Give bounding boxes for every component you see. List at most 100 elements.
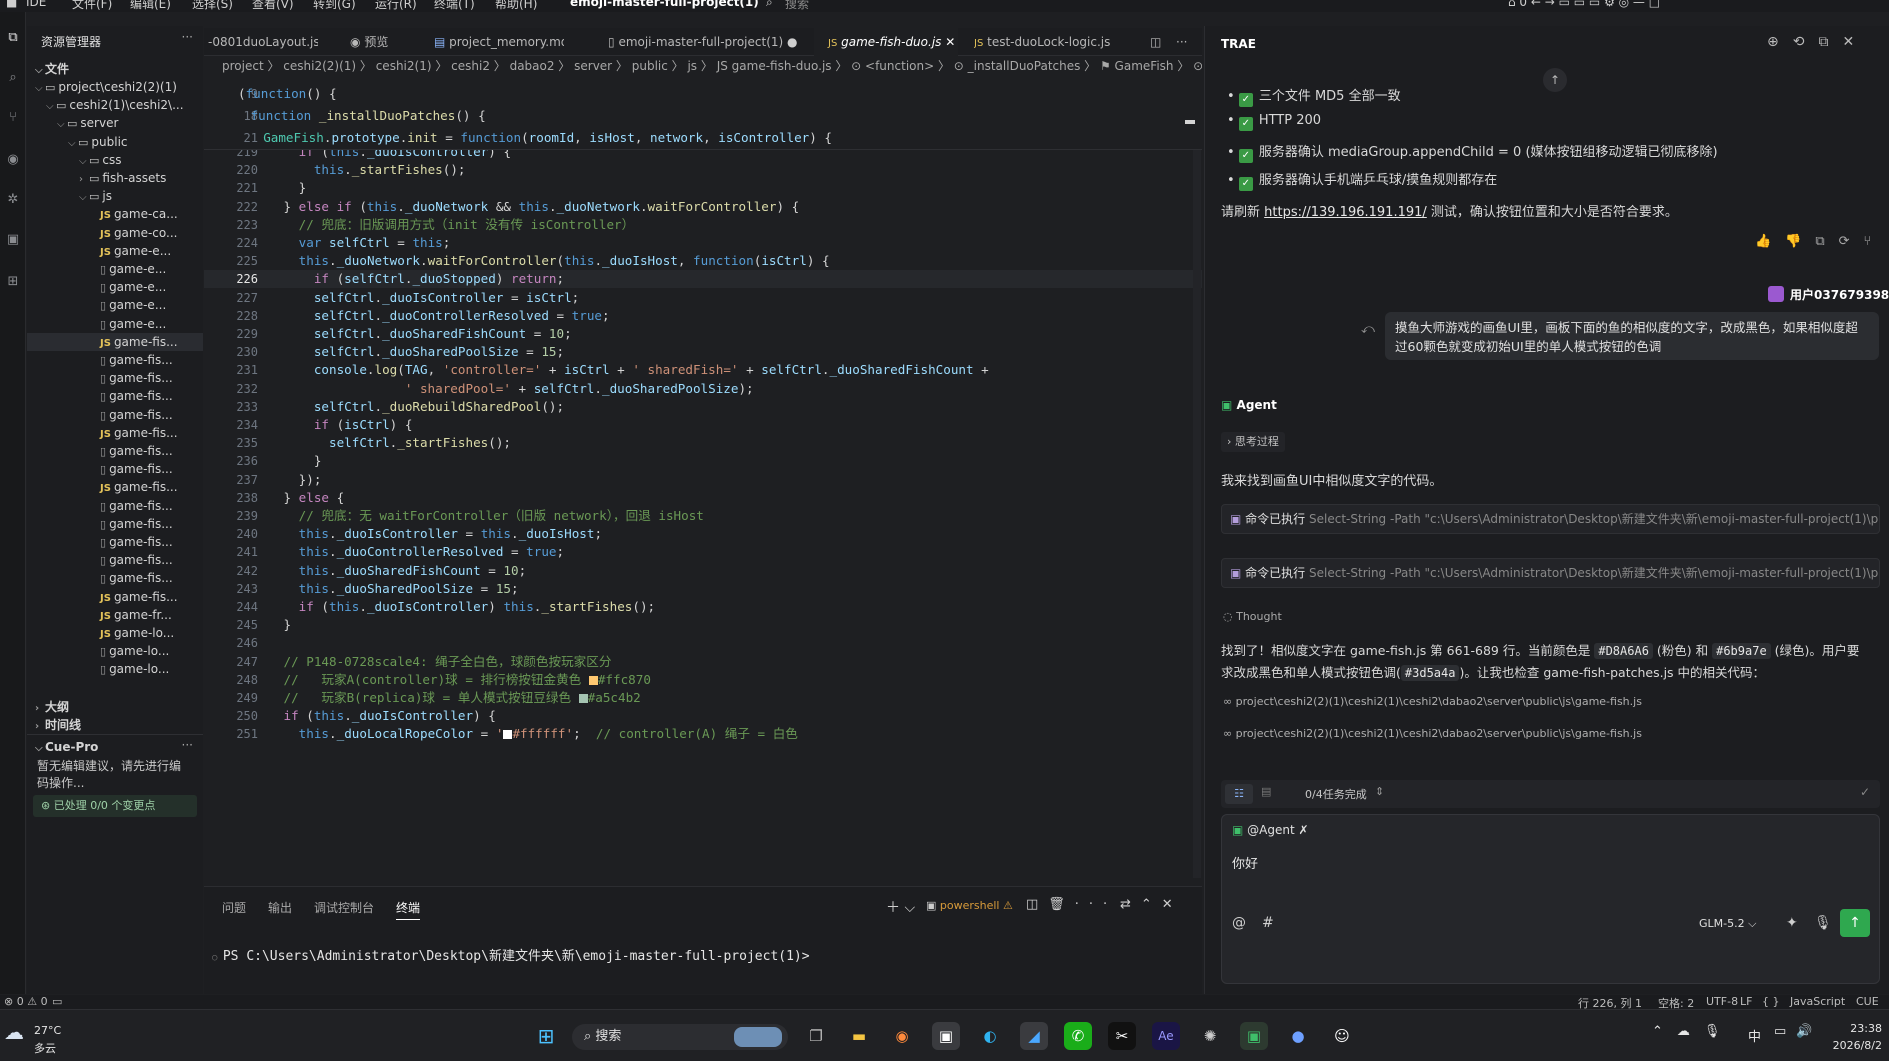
file-explorer-icon[interactable]: ▬	[845, 1022, 873, 1050]
tree-file[interactable]: ▯ game-e...	[27, 260, 203, 278]
code-line[interactable]: 225 this._duoNetwork.waitForController(t…	[204, 252, 1202, 270]
doc-icon[interactable]: ▤	[1261, 785, 1271, 798]
tree-file[interactable]: JS game-fr...	[27, 606, 203, 624]
code-line[interactable]: 247 // P148-0728scale4: 绳子全白色，球颜色按玩家区分	[204, 653, 1202, 671]
menu-view[interactable]: 查看(V)	[252, 0, 294, 12]
trae-icon[interactable]: ▣	[1240, 1022, 1268, 1050]
line-ending[interactable]: LF	[1740, 995, 1752, 1008]
capcut-icon[interactable]: ✂	[1108, 1022, 1136, 1050]
menu-edit[interactable]: 编辑(E)	[130, 0, 171, 12]
code-line[interactable]: 248 // 玩家A(controller)球 = 排行榜按钮金黄色 #ffc8…	[204, 671, 1202, 689]
tab-duolayout[interactable]: -0801duoLayout.js	[204, 28, 318, 56]
wechat-icon[interactable]: ✆	[1064, 1022, 1092, 1050]
tab-project-folder[interactable]: ▯ emoji-master-full-project(1) ●	[608, 28, 804, 56]
tree-folder[interactable]: ⌵ ▭ public	[27, 133, 203, 151]
remote-icon[interactable]: ▭	[52, 995, 62, 1008]
code-line[interactable]: 239 // 兜底：无 waitForController（旧版 network…	[204, 507, 1202, 525]
tree-file[interactable]: ▯ game-fis...	[27, 497, 203, 515]
list-icon[interactable]: ☷	[1225, 784, 1253, 804]
code-line[interactable]: 236 }	[204, 452, 1202, 470]
command-card[interactable]: ▣ 命令已执行 Select-String -Path "c:\Users\Ad…	[1221, 558, 1880, 588]
tree-file[interactable]: ▯ game-fis...	[27, 515, 203, 533]
tree-file[interactable]: JS game-fis...	[27, 424, 203, 442]
editor-more-icon[interactable]: ···	[1176, 28, 1196, 56]
code-line[interactable]: 233 selfCtrl._duoRebuildSharedPool();	[204, 398, 1202, 416]
chat-header-actions[interactable]: ⊕⟲⧉✕	[1767, 34, 1868, 50]
undo-icon[interactable]: ⤺	[1361, 322, 1375, 337]
model-selector[interactable]: GLM-5.2 ⌵	[1699, 917, 1756, 931]
tree-folder[interactable]: › ▭ fish-assets	[27, 169, 203, 187]
explorer-icon[interactable]: ⧉	[4, 30, 22, 46]
code-line[interactable]: 220 this._startFishes();	[204, 161, 1202, 179]
code-line[interactable]: 224 var selfCtrl = this;	[204, 234, 1202, 252]
code-line[interactable]: 249 // 玩家B(replica)球 = 单人模式按钮豆绿色 #a5c4b2	[204, 689, 1202, 707]
code-editor[interactable]: 219 if (this._duoIsController) {220 this…	[204, 150, 1202, 878]
remote-icon[interactable]: ▣	[4, 232, 22, 248]
tree-file[interactable]: JS game-co...	[27, 224, 203, 242]
editor-scrollbar[interactable]	[1193, 150, 1201, 878]
breadcrumb[interactable]: project 〉 ceshi2(2)(1) 〉 ceshi2(1) 〉 ces…	[204, 57, 1202, 75]
code-line[interactable]: 221 }	[204, 179, 1202, 197]
project-switcher[interactable]: emoji-master-full-project(1)	[570, 0, 759, 9]
app-logo-icon[interactable]: ■	[6, 0, 17, 9]
expand-icon[interactable]: ⇕	[1375, 785, 1384, 798]
weather-icon[interactable]: ☁	[4, 1020, 24, 1044]
section-files[interactable]: ⌵ 文件	[35, 60, 69, 78]
system-tray[interactable]: ▭🔊	[1774, 1024, 1822, 1039]
tree-file[interactable]: ▯ game-fis...	[27, 442, 203, 460]
code-line[interactable]: 246	[204, 634, 1202, 652]
chat-input[interactable]: 你好	[1232, 853, 1258, 872]
menu-selection[interactable]: 选择(S)	[192, 0, 233, 12]
menu-run[interactable]: 运行(R)	[375, 0, 417, 12]
mention-icon[interactable]: @	[1232, 915, 1246, 931]
code-line[interactable]: 219 if (this._duoIsController) {	[204, 150, 1202, 161]
problems-count[interactable]: ⊗ 0 ⚠ 0	[4, 995, 48, 1008]
tab-project-memory[interactable]: ▤ project_memory.md	[434, 28, 564, 56]
taskbar-search[interactable]: ⌕ 搜索	[572, 1024, 788, 1050]
window-controls[interactable]: ⌂ 0 ← → ▭ ▭ ▭ ⚙ ◎ — □	[1508, 0, 1660, 9]
brackets-icon[interactable]: { }	[1762, 995, 1780, 1008]
source-control-icon[interactable]: ⑂	[4, 110, 22, 126]
encoding[interactable]: UTF-8	[1706, 995, 1738, 1008]
menu-goto[interactable]: 转到(G)	[313, 0, 356, 12]
tree-file[interactable]: JS game-fis...	[27, 478, 203, 496]
code-line[interactable]: 230 selfCtrl._duoSharedPoolSize = 15;	[204, 343, 1202, 361]
start-icon[interactable]: ⊞	[532, 1022, 560, 1050]
firefox-icon[interactable]: ◉	[888, 1022, 916, 1050]
panel-window-actions[interactable]: ⇄⌃✕	[1120, 897, 1183, 912]
code-line[interactable]: 228 selfCtrl._duoControllerResolved = tr…	[204, 307, 1202, 325]
app-icon[interactable]: ◢	[1020, 1022, 1048, 1050]
terminal-shell[interactable]: ▣ powershell ⚠	[926, 899, 1013, 912]
mic-icon[interactable]: 🎙	[1814, 915, 1832, 931]
menu-terminal[interactable]: 终端(T)	[434, 0, 475, 12]
clock-date[interactable]: 2026/8/2	[1826, 1039, 1882, 1052]
task-bar[interactable]: ☷ ▤ 0/4任务完成 ⇕ ✓	[1221, 780, 1880, 808]
tree-file[interactable]: ▯ game-e...	[27, 315, 203, 333]
code-line[interactable]: 238 } else {	[204, 489, 1202, 507]
tree-folder[interactable]: ⌵ ▭ js	[27, 187, 203, 205]
sticky-code-line[interactable]: function _installDuoPatches() {	[251, 108, 486, 123]
clock-time[interactable]: 23:38	[1836, 1022, 1882, 1035]
chat-input-box[interactable]: ▣ @Agent ✗ 你好 @ # GLM-5.2 ⌵ ✦ 🎙 ↑	[1221, 814, 1880, 984]
code-line[interactable]: 237 });	[204, 471, 1202, 489]
tree-file[interactable]: JS game-ca...	[27, 205, 203, 223]
thinking-toggle[interactable]: › 思考过程	[1221, 432, 1285, 452]
tree-file[interactable]: ▯ game-e...	[27, 296, 203, 314]
cue-more-icon[interactable]: ···	[182, 738, 193, 752]
openai-icon[interactable]: ✺	[1196, 1022, 1224, 1050]
tree-file[interactable]: JS game-lo...	[27, 624, 203, 642]
tree-folder[interactable]: ⌵ ▭ server	[27, 114, 203, 132]
code-line[interactable]: 242 this._duoSharedFishCount = 10;	[204, 562, 1202, 580]
code-line[interactable]: 232 ' sharedPool=' + selfCtrl._duoShared…	[204, 380, 1202, 398]
file-reference[interactable]: ∞ project\ceshi2(2)(1)\ceshi2(1)\ceshi2\…	[1223, 695, 1642, 708]
tree-folder[interactable]: ⌵ ▭ css	[27, 151, 203, 169]
new-terminal-icon[interactable]: ＋ ⌵	[886, 897, 915, 917]
code-line[interactable]: 235 selfCtrl._startFishes();	[204, 434, 1202, 452]
code-line[interactable]: 226 if (selfCtrl._duoStopped) return;	[204, 270, 1202, 289]
edge-icon[interactable]: ◐	[976, 1022, 1004, 1050]
tree-file[interactable]: ▯ game-fis...	[27, 387, 203, 405]
after-effects-icon[interactable]: Ae	[1152, 1022, 1180, 1050]
tree-file[interactable]: ▯ game-fis...	[27, 351, 203, 369]
code-line[interactable]: 245 }	[204, 616, 1202, 634]
thought-label[interactable]: ◌ Thought	[1223, 610, 1282, 623]
